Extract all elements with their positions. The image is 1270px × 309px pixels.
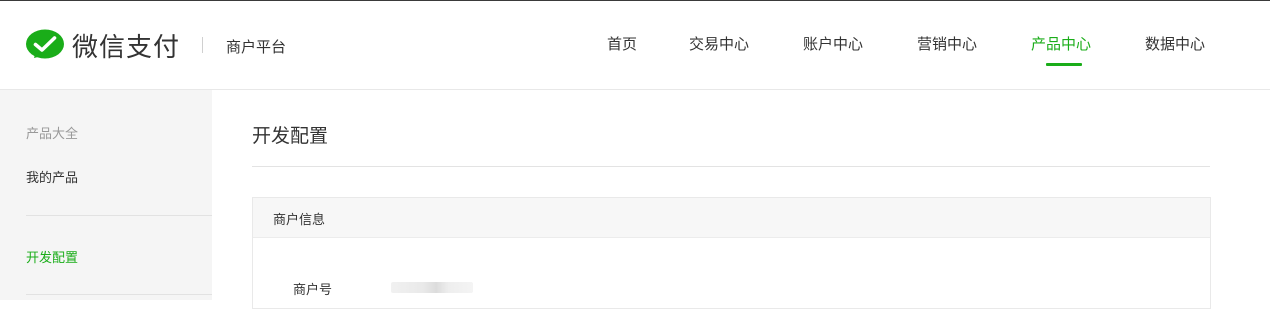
nav-transactions[interactable]: 交易中心 — [689, 33, 749, 54]
nav-data[interactable]: 数据中心 — [1145, 33, 1205, 54]
title-divider — [252, 166, 1210, 167]
nav-home[interactable]: 首页 — [607, 33, 637, 54]
sidebar: 产品大全 我的产品 开发配置 — [0, 90, 212, 300]
sidebar-item-dev-config[interactable]: 开发配置 — [26, 247, 78, 266]
top-header: 微信支付 商户平台 首页 交易中心 账户中心 营销中心 产品中心 数据中心 — [0, 1, 1270, 90]
platform-name: 商户平台 — [226, 38, 287, 56]
sidebar-item-my-products[interactable]: 我的产品 — [26, 167, 78, 186]
sidebar-divider — [26, 215, 212, 216]
sidebar-divider — [26, 294, 212, 295]
wechat-pay-logo-icon[interactable] — [25, 29, 65, 61]
nav-active-indicator — [1046, 63, 1082, 66]
nav-account[interactable]: 账户中心 — [803, 33, 863, 54]
merchant-id-label: 商户号 — [293, 283, 333, 298]
nav-marketing[interactable]: 营销中心 — [917, 33, 977, 54]
logo-text[interactable]: 微信支付 — [72, 27, 180, 64]
merchant-id-value-obscured — [391, 282, 473, 293]
merchant-info-panel: 商户信息 商户号 — [252, 197, 1211, 309]
sidebar-group-label: 产品大全 — [26, 127, 79, 142]
logo-divider — [202, 37, 203, 53]
panel-header: 商户信息 — [253, 198, 1210, 238]
page-title: 开发配置 — [252, 125, 329, 147]
nav-products[interactable]: 产品中心 — [1031, 33, 1091, 54]
panel-heading: 商户信息 — [273, 213, 326, 228]
